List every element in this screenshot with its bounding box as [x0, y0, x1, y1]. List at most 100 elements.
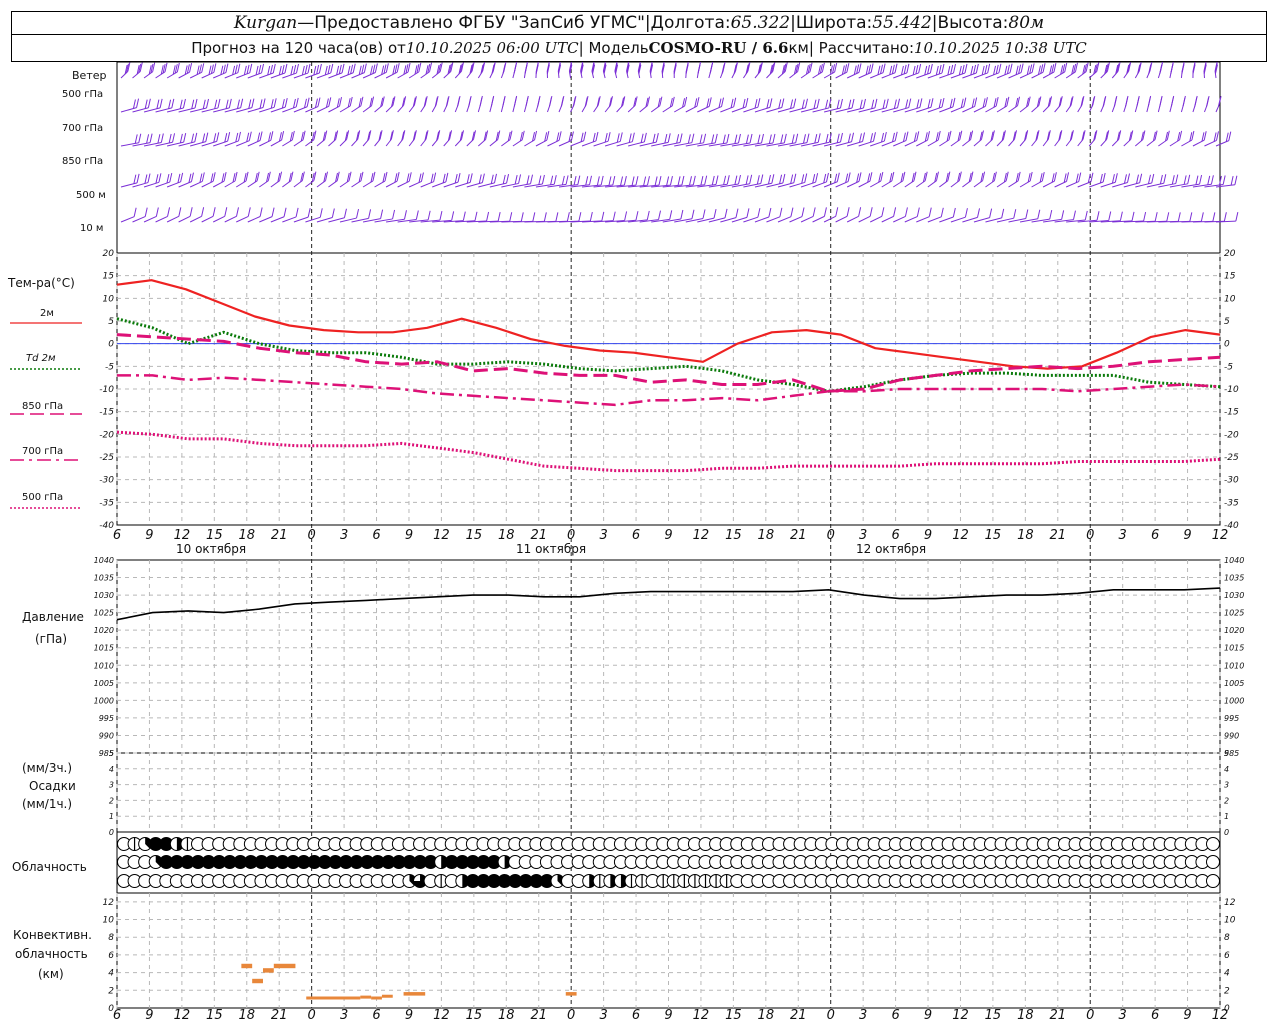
- wind-barb-feather: [897, 98, 901, 108]
- wind-barb-feather: [1166, 212, 1170, 222]
- wind-barb: [685, 97, 700, 113]
- wind-barb-feather: [624, 211, 628, 221]
- conv-bar: [403, 992, 426, 996]
- temp-tick: -35: [1224, 498, 1239, 508]
- wind-barb-feather: [1175, 174, 1179, 184]
- wind-barb-feather: [981, 65, 985, 76]
- wind-barb: [1169, 95, 1175, 113]
- wind-barb-feather: [783, 133, 787, 143]
- wind-barb-feather: [851, 132, 855, 142]
- x-tick-label: 0: [567, 1008, 575, 1023]
- wind-barb-feather: [396, 63, 400, 73]
- wind-barb-feather: [761, 133, 764, 144]
- cloud-title: Облачность: [12, 860, 87, 874]
- wind-barb-feather: [885, 98, 889, 108]
- wind-barb-feather: [578, 212, 582, 222]
- wind-barb: [120, 133, 142, 147]
- wind-barb-feather: [1189, 212, 1193, 222]
- x-tick-label: 6: [632, 1008, 640, 1023]
- wind-barb: [962, 171, 974, 188]
- wind-barb-feather: [199, 173, 203, 183]
- x-tick-label: 12: [1212, 528, 1229, 543]
- wind-barb-shaft: [870, 72, 884, 79]
- wind-barb-feather: [905, 131, 909, 141]
- wind-barb-feather: [324, 65, 328, 76]
- wind-barb: [1214, 61, 1218, 79]
- wind-barb-feather: [995, 64, 999, 74]
- wind-barb-feather: [825, 133, 829, 144]
- x-tick-label: 15: [725, 1008, 742, 1023]
- wind-barb: [731, 208, 750, 223]
- wind-barb: [1031, 209, 1053, 223]
- wind-barb: [420, 96, 428, 113]
- wind-barb: [316, 97, 332, 113]
- wind-level-10m: 10 м: [80, 223, 103, 234]
- series-lines: [10, 279, 1221, 621]
- wind-barb-feather: [655, 133, 659, 143]
- wind-barb: [500, 61, 507, 79]
- wind-barb-shaft: [1008, 72, 1022, 79]
- wind-barb: [697, 209, 717, 223]
- wind-barb-feather: [356, 208, 360, 219]
- wind-barb-shaft: [155, 215, 168, 223]
- wind-barb-feather: [1210, 175, 1214, 185]
- wind-barb-feather: [859, 99, 863, 109]
- wind-barb: [1192, 212, 1216, 223]
- wind-barb-feather: [681, 175, 685, 186]
- wind-barb-feather: [1127, 173, 1131, 183]
- wind-barb: [500, 95, 506, 113]
- wind-barb-shaft: [1077, 181, 1092, 188]
- x-tick-label: 12: [693, 528, 710, 543]
- wind-barb-feather: [243, 65, 247, 76]
- wind-barb-feather: [919, 98, 923, 108]
- wind-barb: [224, 131, 241, 147]
- wind-barb-feather: [216, 132, 220, 142]
- wind-barb-feather: [903, 64, 907, 75]
- wind-barb-feather: [481, 173, 485, 183]
- x-tick-label: 18: [758, 528, 775, 543]
- wind-barb: [593, 211, 616, 223]
- wind-barb-feather: [281, 99, 285, 109]
- wind-barb-feather: [1136, 97, 1140, 107]
- wind-barb-feather: [749, 133, 753, 144]
- wind-barb: [489, 95, 495, 113]
- wind-barb: [1031, 130, 1040, 147]
- wind-barb-feather: [697, 64, 701, 74]
- pressure-tick: 995: [99, 714, 114, 723]
- wind-barb: [962, 63, 979, 79]
- wind-barb-feather: [779, 207, 783, 217]
- wind-barb-feather: [623, 176, 627, 186]
- wind-barb-feather: [1037, 209, 1041, 219]
- wind-barb: [939, 97, 956, 113]
- wind-barb: [1054, 96, 1063, 113]
- wind-barb-feather: [328, 97, 332, 107]
- pressure-tick: 1015: [1224, 644, 1244, 653]
- wind-barb-feather: [977, 208, 981, 218]
- wind-barb-shaft: [397, 180, 410, 188]
- wind-barb-feather: [804, 98, 808, 108]
- x-tick-label: 9: [145, 1008, 153, 1023]
- wind-barb-feather: [835, 207, 839, 217]
- wind-barb: [477, 95, 483, 113]
- wind-barb-feather: [259, 131, 263, 141]
- pressure-tick: 1040: [94, 556, 114, 565]
- wind-barb: [293, 63, 311, 79]
- wind-barb-feather: [1182, 97, 1186, 107]
- wind-barb-feather: [222, 64, 226, 74]
- wind-barb: [754, 62, 763, 79]
- wind-barb-feather: [723, 175, 727, 185]
- x-tick-label: 21: [271, 528, 288, 543]
- wind-barb-feather: [766, 99, 770, 109]
- wind-barb-feather: [526, 175, 530, 185]
- wind-barb-feather: [506, 174, 510, 184]
- wind-level-500hpa: 500 гПа: [62, 89, 103, 100]
- wind-barb: [282, 130, 295, 147]
- wind-barb-feather: [1102, 172, 1106, 183]
- wind-barb: [420, 130, 429, 147]
- wind-barb: [1169, 130, 1183, 147]
- wind-barb: [777, 62, 788, 79]
- wind-barb-feather: [538, 175, 542, 185]
- x-tick-label: 12: [433, 1008, 450, 1023]
- wind-barb-feather: [1139, 173, 1143, 183]
- wind-barb: [143, 207, 159, 223]
